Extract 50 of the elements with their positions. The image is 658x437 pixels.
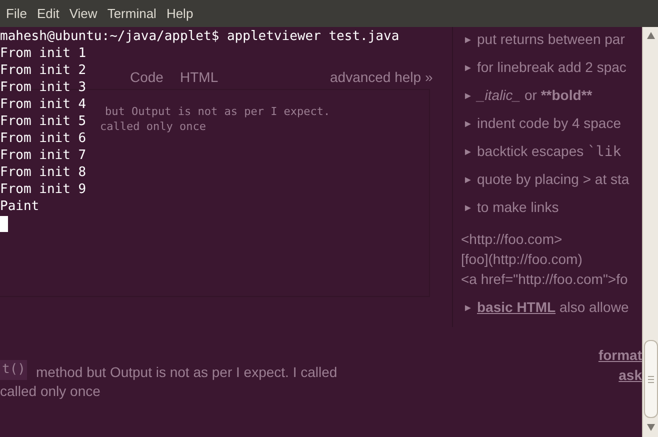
terminal-line: From init 7 bbox=[0, 147, 86, 164]
terminal-line: From init 5 bbox=[0, 113, 86, 130]
question-text: method but Output is not as per I expect. I called bbox=[36, 363, 338, 382]
bullet-marker: ► bbox=[463, 202, 473, 216]
help-item-text: put returns between par bbox=[477, 30, 625, 49]
editor-tab[interactable]: Code bbox=[130, 67, 164, 88]
menu-item[interactable]: File bbox=[6, 4, 27, 24]
terminal-line: mahesh@ubuntu:~/java/applet$ appletviewer test.java bbox=[0, 28, 400, 45]
help-item-text: indent code by 4 space bbox=[477, 114, 621, 133]
bullet-marker: ► bbox=[463, 174, 473, 188]
scroll-up-icon[interactable] bbox=[646, 32, 654, 39]
terminal-line: From init 1 bbox=[0, 45, 86, 62]
footer-link[interactable]: ask bbox=[618, 365, 642, 386]
link-syntax-example: <a href="http://foo.com">fo bbox=[461, 270, 628, 289]
advanced-help-link[interactable]: advanced help » bbox=[330, 67, 433, 88]
terminal-line: From init 6 bbox=[0, 130, 86, 147]
footer-link[interactable]: format bbox=[598, 345, 642, 366]
terminal-line: From init 8 bbox=[0, 164, 86, 181]
help-item-text: backtick escapes `lik bbox=[477, 142, 622, 162]
bullet-marker: ► bbox=[463, 34, 473, 48]
menu-item[interactable]: Terminal bbox=[107, 4, 156, 24]
bullet-marker: ► bbox=[463, 302, 473, 316]
preview-text: but Output is not as per I expect. bbox=[105, 104, 330, 120]
bullet-marker: ► bbox=[463, 146, 473, 160]
help-item-text: to make links bbox=[477, 198, 559, 217]
bullet-marker: ► bbox=[463, 90, 473, 104]
help-item-text: basic HTML also allowe bbox=[477, 298, 629, 317]
help-item-text: quote by placing > at sta bbox=[477, 170, 630, 189]
menu-item[interactable]: Help bbox=[166, 4, 194, 24]
scrollbar[interactable] bbox=[642, 27, 658, 437]
help-item-text: for linebreak add 2 spac bbox=[477, 58, 626, 77]
preview-text: called only once bbox=[100, 119, 206, 135]
terminal-line: Paint bbox=[0, 198, 40, 215]
scroll-down-icon[interactable] bbox=[646, 424, 654, 431]
menu-item[interactable]: View bbox=[69, 4, 98, 24]
link-syntax-example: [foo](http://foo.com) bbox=[461, 250, 582, 269]
link-syntax-example: <http://foo.com> bbox=[461, 230, 562, 249]
bullet-marker: ► bbox=[463, 62, 473, 76]
terminal-line: From init 4 bbox=[0, 96, 86, 113]
inline-code: t() bbox=[0, 360, 28, 380]
editor-tab[interactable]: HTML bbox=[180, 67, 218, 88]
bullet-marker: ► bbox=[463, 118, 473, 132]
help-item-text: _italic_ or **bold** bbox=[477, 86, 592, 105]
question-text: called only once bbox=[0, 382, 100, 401]
terminal-line: From init 2 bbox=[0, 62, 86, 79]
grip-icon bbox=[648, 376, 654, 382]
terminal-line: From init 9 bbox=[0, 181, 86, 198]
terminal-line: From init 3 bbox=[0, 79, 86, 96]
menu-item[interactable]: Edit bbox=[36, 4, 60, 24]
scrollbar-thumb[interactable] bbox=[644, 340, 658, 418]
